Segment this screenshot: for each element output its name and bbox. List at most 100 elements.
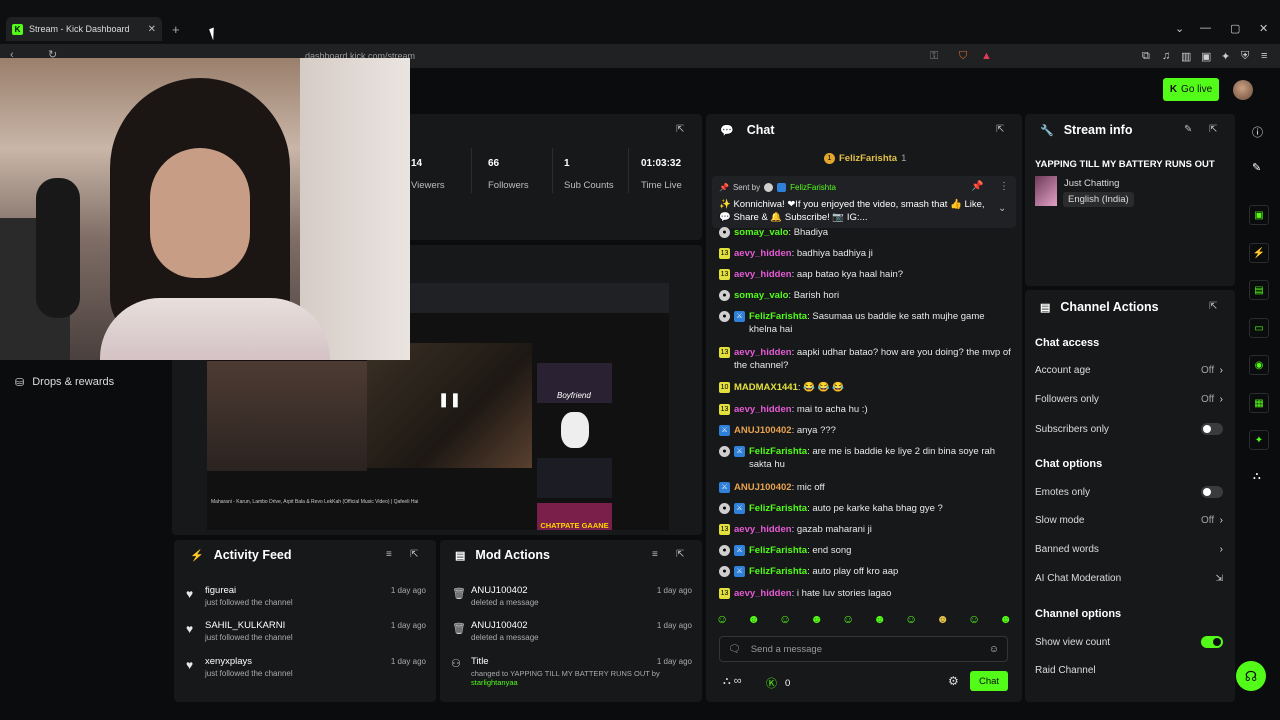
chat-username[interactable]: FelizFarishta <box>749 545 807 556</box>
chat-username[interactable]: FelizFarishta <box>749 311 807 322</box>
chat-message[interactable]: ● ⚔ FelizFarishta: are me is baddie ke liy… <box>719 445 1011 471</box>
chat-message[interactable]: ● ⚔ FelizFarishta: auto play off kro aap <box>719 565 1011 578</box>
chat-username[interactable]: FelizFarishta <box>749 566 807 577</box>
rewards-icon[interactable]: ▲ <box>981 50 992 62</box>
chat-message[interactable]: 13 aevy_hidden: badhiya badhiya ji <box>719 247 1011 260</box>
close-tab-icon[interactable]: ✕ <box>148 24 156 35</box>
chat-message[interactable]: ● ⚔ FelizFarishta: auto pe karke kaha bhag… <box>719 502 1011 515</box>
chat-bubble-icon[interactable]: ▭ <box>1249 318 1269 338</box>
emotes-only-toggle[interactable] <box>1201 486 1223 498</box>
users-icon[interactable]: ⛬ ∞ <box>723 675 742 688</box>
chat-message[interactable]: ● somay_valo: Bhadiya <box>719 226 1011 239</box>
emote-icon[interactable]: ☻ <box>873 612 886 626</box>
category-name[interactable]: Just Chatting <box>1064 178 1119 189</box>
maximize-icon[interactable]: ▢ <box>1230 22 1240 35</box>
chat-username[interactable]: aevy_hidden <box>734 404 792 415</box>
ai-moderation-setting[interactable]: AI Chat Moderation ⇲ <box>1035 573 1223 584</box>
broadcast-icon[interactable]: ◉ <box>1249 355 1269 375</box>
avatar[interactable] <box>1233 80 1253 100</box>
chat-message[interactable]: 13 aevy_hidden: aapki udhar batao? how ar… <box>719 346 1011 372</box>
chat-username[interactable]: ANUJ100402 <box>734 482 792 493</box>
close-window-icon[interactable]: ✕ <box>1259 22 1268 35</box>
brave-shield-icon[interactable]: ⛉ <box>959 50 967 63</box>
chat-username[interactable]: aevy_hidden <box>734 588 792 599</box>
unpin-icon[interactable]: 📌 <box>971 181 983 192</box>
chat-message[interactable]: ⚔ ANUJ100402: mic off <box>719 481 1011 494</box>
emote-icon[interactable]: ☻ <box>936 612 949 626</box>
chat-message[interactable]: ● ⚔ FelizFarishta: Sasumaa us baddie ke sa… <box>719 310 1011 336</box>
document-icon[interactable]: ▤ <box>1249 280 1269 300</box>
popout-icon[interactable]: ⇱ <box>676 549 684 560</box>
kicks-count[interactable]: Ⓚ 0 <box>766 675 790 691</box>
emote-icon[interactable]: ☻ <box>810 612 823 626</box>
browser-tab[interactable]: K Stream - Kick Dashboard ✕ <box>6 17 162 41</box>
send-chat-button[interactable]: Chat <box>970 671 1008 691</box>
banned-words-setting[interactable]: Banned words › <box>1035 544 1223 555</box>
chevron-down-icon[interactable]: ⌄ <box>998 203 1006 214</box>
popout-icon[interactable]: ⇱ <box>410 549 418 560</box>
chat-username[interactable]: somay_valo <box>734 227 788 238</box>
chat-message[interactable]: 13 aevy_hidden: mai to acha hu :) <box>719 403 1011 416</box>
emote-icon[interactable]: ☻ <box>999 612 1012 626</box>
chat-username[interactable]: FelizFarishta <box>749 446 807 457</box>
leo-icon[interactable]: ✦ <box>1221 50 1230 63</box>
users-icon[interactable]: ⛬ <box>1253 470 1261 483</box>
pause-icon[interactable]: ❚❚ <box>367 391 532 408</box>
emote-icon[interactable]: ☺ <box>905 612 917 626</box>
wallet-icon[interactable]: ▣ <box>1201 50 1211 63</box>
filter-icon[interactable]: ≡ <box>386 549 392 560</box>
emote-icon[interactable]: ☺ <box>842 612 854 626</box>
minimize-icon[interactable]: — <box>1200 22 1211 34</box>
chat-message[interactable]: 10 MADMAX1441: 😂 😂 😂 <box>719 381 1011 394</box>
emote-icon[interactable]: ☺ <box>716 612 728 626</box>
settings-gear-icon[interactable]: ⚙ <box>948 674 959 688</box>
pinned-message[interactable]: 📌 Sent by FelizFarishta 📌 ⋮ ✨ Konnichiwa! … <box>712 176 1016 228</box>
help-chat-button[interactable]: ☊ <box>1236 661 1266 691</box>
chat-username[interactable]: somay_valo <box>734 290 788 301</box>
extensions-icon[interactable]: ⧉ <box>1142 50 1150 63</box>
chat-input[interactable]: 🗨 Send a message ☺ <box>719 636 1008 662</box>
screen-icon[interactable]: ▣ <box>1249 205 1269 225</box>
drops-rewards-link[interactable]: ⛁ Drops & rewards <box>15 376 114 389</box>
chat-username[interactable]: MADMAX1441 <box>734 382 798 393</box>
account-age-setting[interactable]: Account age Off › <box>1035 365 1223 376</box>
wrench-icon[interactable]: ✦ <box>1249 430 1269 450</box>
subscribers-only-toggle[interactable] <box>1201 423 1223 435</box>
emoji-icon[interactable]: ☺ <box>989 644 999 655</box>
emote-icon[interactable]: ☺ <box>968 612 980 626</box>
show-view-count-toggle[interactable] <box>1201 636 1223 648</box>
popout-icon[interactable]: ⇱ <box>1209 301 1217 312</box>
info-icon[interactable]: ⓘ <box>1252 124 1263 140</box>
chat-username[interactable]: ANUJ100402 <box>734 425 792 436</box>
media-icon[interactable]: ♫ <box>1162 50 1170 62</box>
popout-icon[interactable]: ⇱ <box>996 124 1004 135</box>
go-live-button[interactable]: K Go live <box>1163 78 1219 101</box>
chat-username[interactable]: aevy_hidden <box>734 269 792 280</box>
chat-message[interactable]: ● ⚔ FelizFarishta: end song <box>719 544 1011 557</box>
slow-mode-setting[interactable]: Slow mode Off › <box>1035 515 1223 526</box>
popout-icon[interactable]: ⇱ <box>676 124 684 135</box>
menu-icon[interactable]: ≡ <box>1261 50 1267 62</box>
new-tab-icon[interactable]: + <box>172 22 180 37</box>
chat-username[interactable]: aevy_hidden <box>734 347 792 358</box>
vpn-icon[interactable]: ⛨ <box>1241 50 1249 63</box>
emote-icon[interactable]: ☺ <box>779 612 791 626</box>
chat-message[interactable]: 13 aevy_hidden: gazab maharani ji <box>719 523 1011 536</box>
popout-icon[interactable]: ⇱ <box>1209 124 1217 135</box>
key-icon[interactable]: ⚿ <box>930 50 938 63</box>
raid-channel-setting[interactable]: Raid Channel <box>1035 665 1223 676</box>
sidebar-icon[interactable]: ▥ <box>1181 50 1191 63</box>
filter-icon[interactable]: ≡ <box>652 549 658 560</box>
lightning-icon[interactable]: ⚡ <box>1249 243 1269 263</box>
chat-username[interactable]: FelizFarishta <box>749 503 807 514</box>
chat-message[interactable]: ⚔ ANUJ100402: anya ??? <box>719 424 1011 437</box>
chat-message[interactable]: ● somay_valo: Barish hori <box>719 289 1011 302</box>
edit-icon[interactable]: ✎ <box>1184 124 1192 135</box>
followers-only-setting[interactable]: Followers only Off › <box>1035 394 1223 405</box>
chat-message[interactable]: 13 aevy_hidden: i hate luv stories lagao <box>719 587 1011 600</box>
more-icon[interactable]: ⋮ <box>999 181 1009 192</box>
pencil-icon[interactable]: ✎ <box>1252 161 1261 174</box>
layout-icon[interactable]: ▦ <box>1249 393 1269 413</box>
tab-search-icon[interactable]: ⌄ <box>1175 22 1184 35</box>
chat-username[interactable]: aevy_hidden <box>734 248 792 259</box>
